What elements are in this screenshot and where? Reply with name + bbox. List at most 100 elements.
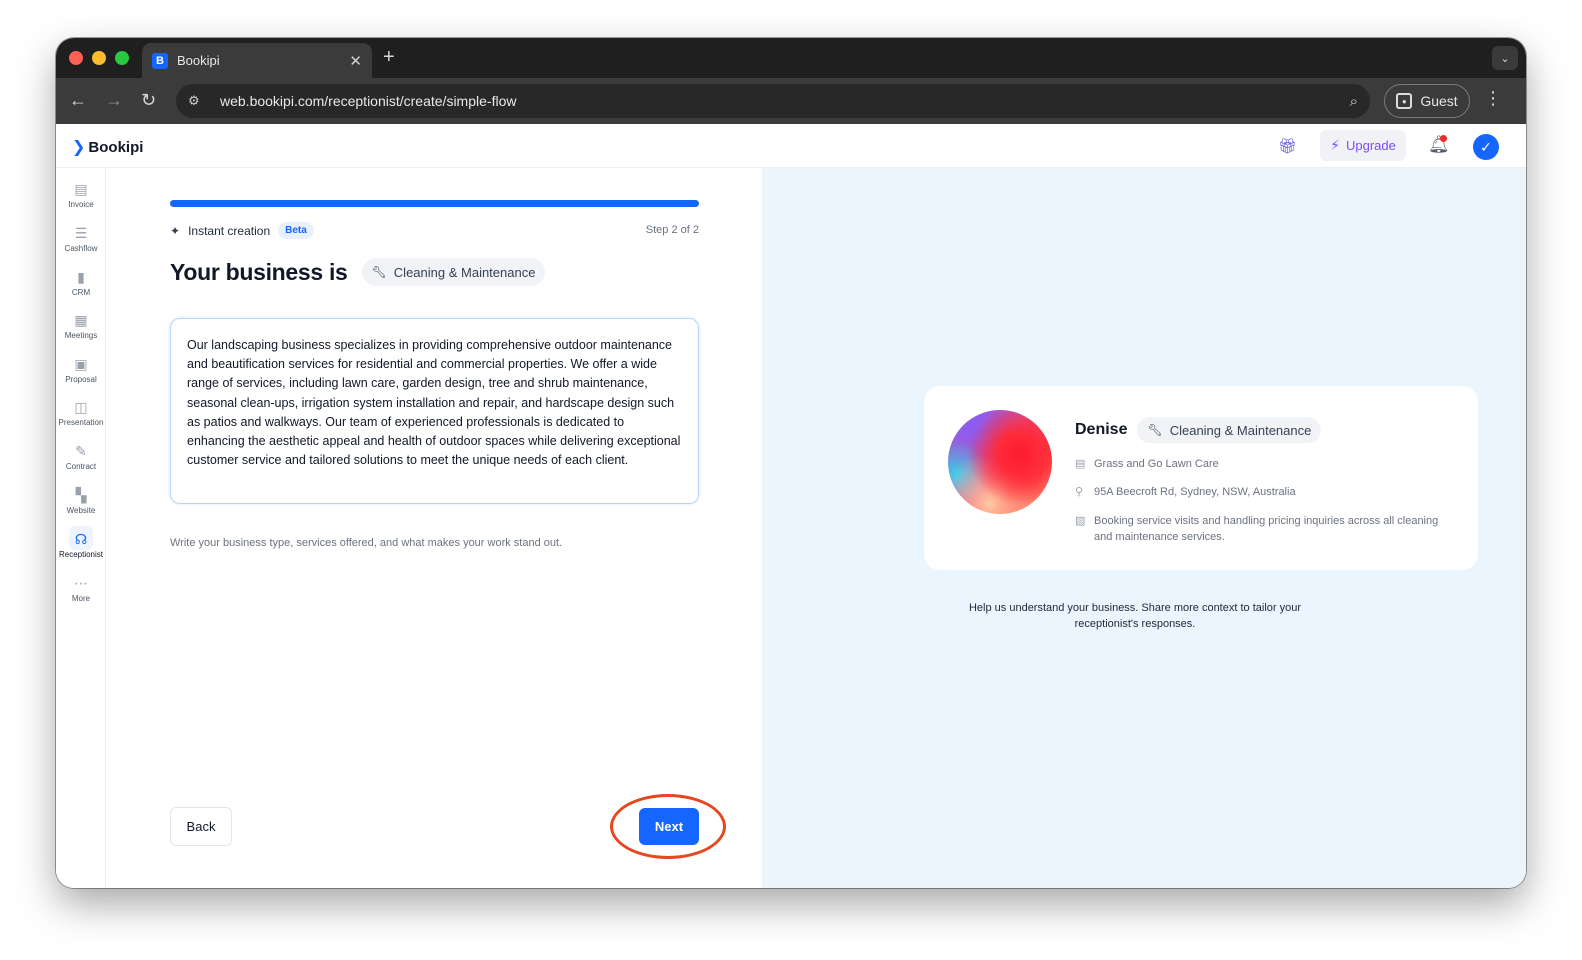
next-button[interactable]: Next <box>639 808 699 845</box>
sidebar-item-label: CRM <box>71 288 91 297</box>
location-pin-icon: ⚲ <box>1075 486 1084 498</box>
sidebar-item-label: Cashflow <box>64 244 98 253</box>
clipboard-icon: ▧ <box>1075 515 1086 527</box>
maximize-window-button[interactable] <box>115 51 129 65</box>
card-category-label: Cleaning & Maintenance <box>1169 422 1312 438</box>
category-chip[interactable]: 🔧︎ Cleaning & Maintenance <box>361 258 546 286</box>
back-arrow-icon[interactable]: ← <box>69 90 87 110</box>
receptionist-orb-avatar <box>948 410 1052 514</box>
beta-badge: Beta <box>278 222 314 239</box>
page-title: Your business is <box>170 258 348 285</box>
preview-panel: Denise 🔧︎ Cleaning & Maintenance ▤ Grass… <box>762 168 1526 888</box>
more-icon: ⋯ <box>74 575 88 591</box>
close-window-button[interactable] <box>69 51 83 65</box>
notification-dot <box>1440 135 1447 142</box>
minimize-window-button[interactable] <box>92 51 106 65</box>
business-address: 95A Beecroft Rd, Sydney, NSW, Australia <box>1094 486 1296 498</box>
business-name-row: ▤ Grass and Go Lawn Care <box>1075 456 1445 472</box>
card-name-row: Denise 🔧︎ Cleaning & Maintenance <box>1075 417 1322 443</box>
sidebar-item-receptionist[interactable]: ☊ Receptionist <box>56 526 106 559</box>
card-category-chip: 🔧︎ Cleaning & Maintenance <box>1137 417 1322 443</box>
role-row: ▧ Booking service visits and handling pr… <box>1075 513 1445 545</box>
sidebar-item-label: Meetings <box>64 331 98 340</box>
heading-row: Your business is 🔧︎ Cleaning & Maintenan… <box>170 258 546 286</box>
cashflow-icon: ☰ <box>74 225 88 241</box>
address-row: ⚲ 95A Beecroft Rd, Sydney, NSW, Australi… <box>1075 484 1445 500</box>
browser-menu-icon[interactable]: ⋮ <box>1484 88 1502 109</box>
progress-bar <box>170 200 699 207</box>
store-icon: ▤ <box>1075 458 1086 470</box>
site-settings-icon[interactable]: ⚙ <box>188 93 208 109</box>
browser-tab[interactable]: B Bookipi ✕ <box>142 43 372 78</box>
contract-icon: ✎ <box>75 443 87 459</box>
presentation-icon: ◫ <box>74 399 88 415</box>
sidebar-item-presentation[interactable]: ◫ Presentation <box>56 398 106 427</box>
browser-toolbar: ← → ↻ ⚙ web.bookipi.com/receptionist/cre… <box>56 78 1526 124</box>
headset-icon: ☊ <box>74 531 88 547</box>
tab-close-icon[interactable]: ✕ <box>349 52 362 70</box>
profile-button[interactable]: ● Guest <box>1384 84 1470 118</box>
sidebar-item-label: More <box>71 594 91 603</box>
back-button[interactable]: Back <box>170 807 232 846</box>
meetings-icon: ▦ <box>74 312 88 328</box>
helper-text: Write your business type, services offer… <box>170 537 563 549</box>
profile-label: Guest <box>1420 93 1458 109</box>
sidebar-item-label: Website <box>66 506 96 515</box>
sidebar-item-proposal[interactable]: ▣ Proposal <box>56 355 106 384</box>
reload-icon[interactable]: ↻ <box>141 90 156 110</box>
sidebar-item-crm[interactable]: ▮ CRM <box>56 268 106 297</box>
sidebar-item-cashflow[interactable]: ☰ Cashflow <box>56 224 106 253</box>
avatar-check-icon[interactable]: ✓ <box>1473 134 1499 160</box>
sidebar-item-meetings[interactable]: ▦ Meetings <box>56 311 106 340</box>
receptionist-profile-card: Denise 🔧︎ Cleaning & Maintenance ▤ Grass… <box>924 386 1478 570</box>
upgrade-button[interactable]: ⚡︎ Upgrade <box>1320 130 1406 161</box>
upgrade-label: Upgrade <box>1345 138 1396 153</box>
progress-fill <box>170 200 699 207</box>
address-bar[interactable]: ⚙ web.bookipi.com/receptionist/create/si… <box>176 84 1370 118</box>
business-description-textarea[interactable]: Our landscaping business specializes in … <box>170 318 699 504</box>
receptionist-name: Denise <box>1075 421 1128 438</box>
bookipi-favicon-icon: B <box>152 52 168 69</box>
tab-strip: B Bookipi ✕ + ⌄ <box>56 38 1526 78</box>
category-label: Cleaning & Maintenance <box>393 264 536 280</box>
step-indicator: Step 2 of 2 <box>645 224 699 236</box>
sidebar-item-invoice[interactable]: ▤ Invoice <box>56 180 106 209</box>
sidebar-item-website[interactable]: ▚ Website <box>56 486 106 515</box>
bookipi-logo-icon: ❯ <box>72 139 86 156</box>
person-icon: ● <box>1396 93 1413 109</box>
sidebar-item-contract[interactable]: ✎ Contract <box>56 442 106 471</box>
instant-creation-row: ✦ Instant creation Beta <box>170 222 314 239</box>
new-tab-button[interactable]: + <box>383 46 395 69</box>
preview-help-text: Help us understand your business. Share … <box>968 602 1301 630</box>
crm-icon: ▮ <box>77 269 85 285</box>
proposal-icon: ▣ <box>74 356 88 372</box>
bolt-icon: ⚡︎ <box>1330 137 1340 153</box>
sidebar-item-label: Proposal <box>65 375 97 384</box>
sidebar: ▤ Invoice ☰ Cashflow ▮ CRM ▦ Meetings ▣ … <box>56 168 106 888</box>
browser-window: B Bookipi ✕ + ⌄ ← → ↻ ⚙ web.bookipi.com/… <box>56 38 1526 888</box>
sidebar-item-label: Contract <box>65 462 97 471</box>
sparkle-icon: ✦ <box>170 223 181 238</box>
instant-creation-label: Instant creation <box>188 223 271 238</box>
gift-icon[interactable]: 🎁︎ <box>1278 137 1297 155</box>
tab-search-chevron-icon[interactable]: ⌄ <box>1492 46 1518 70</box>
website-icon: ▚ <box>75 487 87 503</box>
forward-arrow-icon[interactable]: → <box>105 90 123 110</box>
wrench-icon: 🔧︎ <box>1147 423 1163 437</box>
invoice-icon: ▤ <box>74 181 88 197</box>
url-text[interactable]: web.bookipi.com/receptionist/create/simp… <box>220 93 1350 109</box>
sidebar-item-label: Receptionist <box>58 550 104 559</box>
app-header: ❯ Bookipi 🎁︎ ⚡︎ Upgrade 🔔︎ ✓ <box>56 124 1526 168</box>
wrench-icon: 🔧︎ <box>371 265 387 279</box>
sidebar-item-label: Presentation <box>58 418 104 427</box>
receptionist-role: Booking service visits and handling pric… <box>1094 515 1439 543</box>
business-name: Grass and Go Lawn Care <box>1094 458 1219 470</box>
zoom-icon[interactable]: ⌕ <box>1350 93 1358 110</box>
sidebar-item-label: Invoice <box>68 200 94 209</box>
form-panel: ✦ Instant creation Beta Step 2 of 2 Your… <box>106 168 762 888</box>
logo-text: Bookipi <box>88 138 144 156</box>
bookipi-logo[interactable]: ❯ Bookipi <box>72 137 143 157</box>
tab-title: Bookipi <box>177 53 220 68</box>
bell-icon[interactable]: 🔔︎ <box>1428 135 1450 155</box>
sidebar-item-more[interactable]: ⋯ More <box>56 574 106 603</box>
